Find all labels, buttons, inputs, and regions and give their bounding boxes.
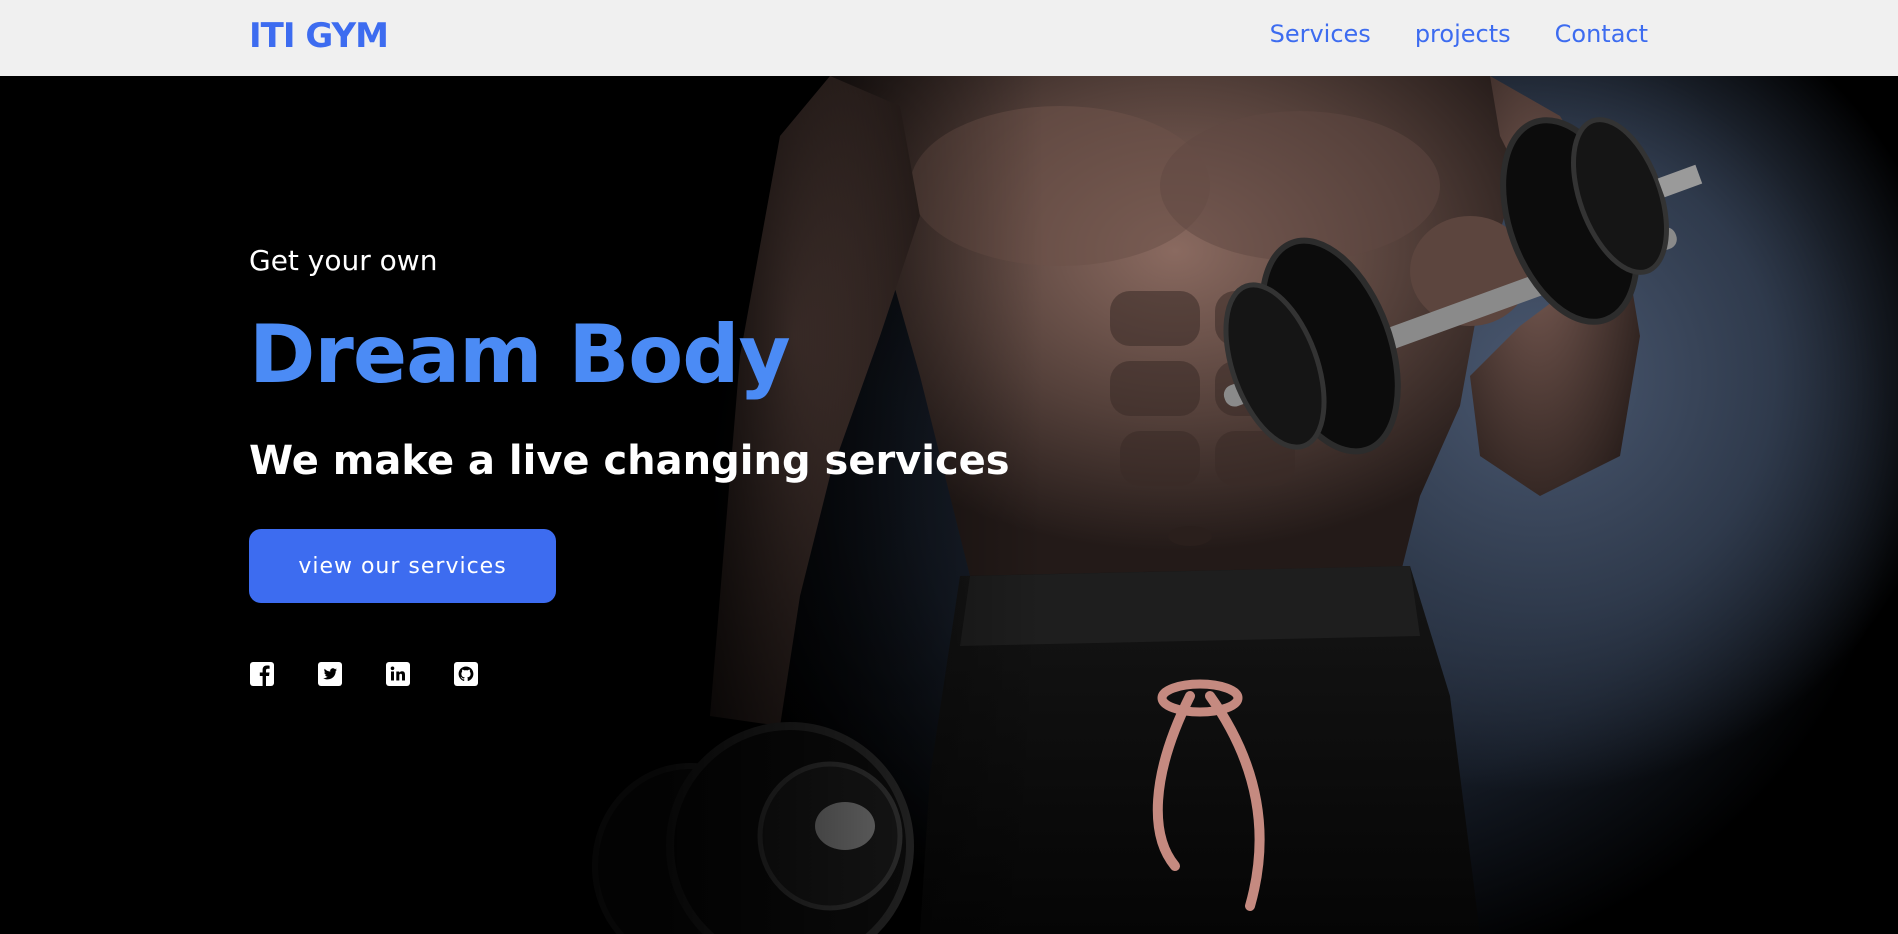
navbar: ITI GYM Services projects Contact — [0, 0, 1898, 76]
nav-links: Services projects Contact — [1270, 20, 1648, 48]
hero-background-image — [0, 76, 1898, 934]
hero-headline: Dream Body — [249, 308, 791, 401]
nav-link-contact[interactable]: Contact — [1555, 20, 1648, 48]
nav-link-projects[interactable]: projects — [1415, 20, 1511, 48]
hero-tagline: We make a live changing services — [249, 438, 1010, 484]
view-services-button[interactable]: view our services — [249, 529, 556, 603]
social-links — [249, 661, 479, 687]
brand-logo[interactable]: ITI GYM — [249, 16, 389, 56]
nav-link-services[interactable]: Services — [1270, 20, 1371, 48]
twitter-icon[interactable] — [317, 661, 343, 687]
hero-eyebrow: Get your own — [249, 244, 438, 277]
facebook-icon[interactable] — [249, 661, 275, 687]
hero-section: Get your own Dream Body We make a live c… — [0, 76, 1898, 934]
github-icon[interactable] — [453, 661, 479, 687]
linkedin-icon[interactable] — [385, 661, 411, 687]
